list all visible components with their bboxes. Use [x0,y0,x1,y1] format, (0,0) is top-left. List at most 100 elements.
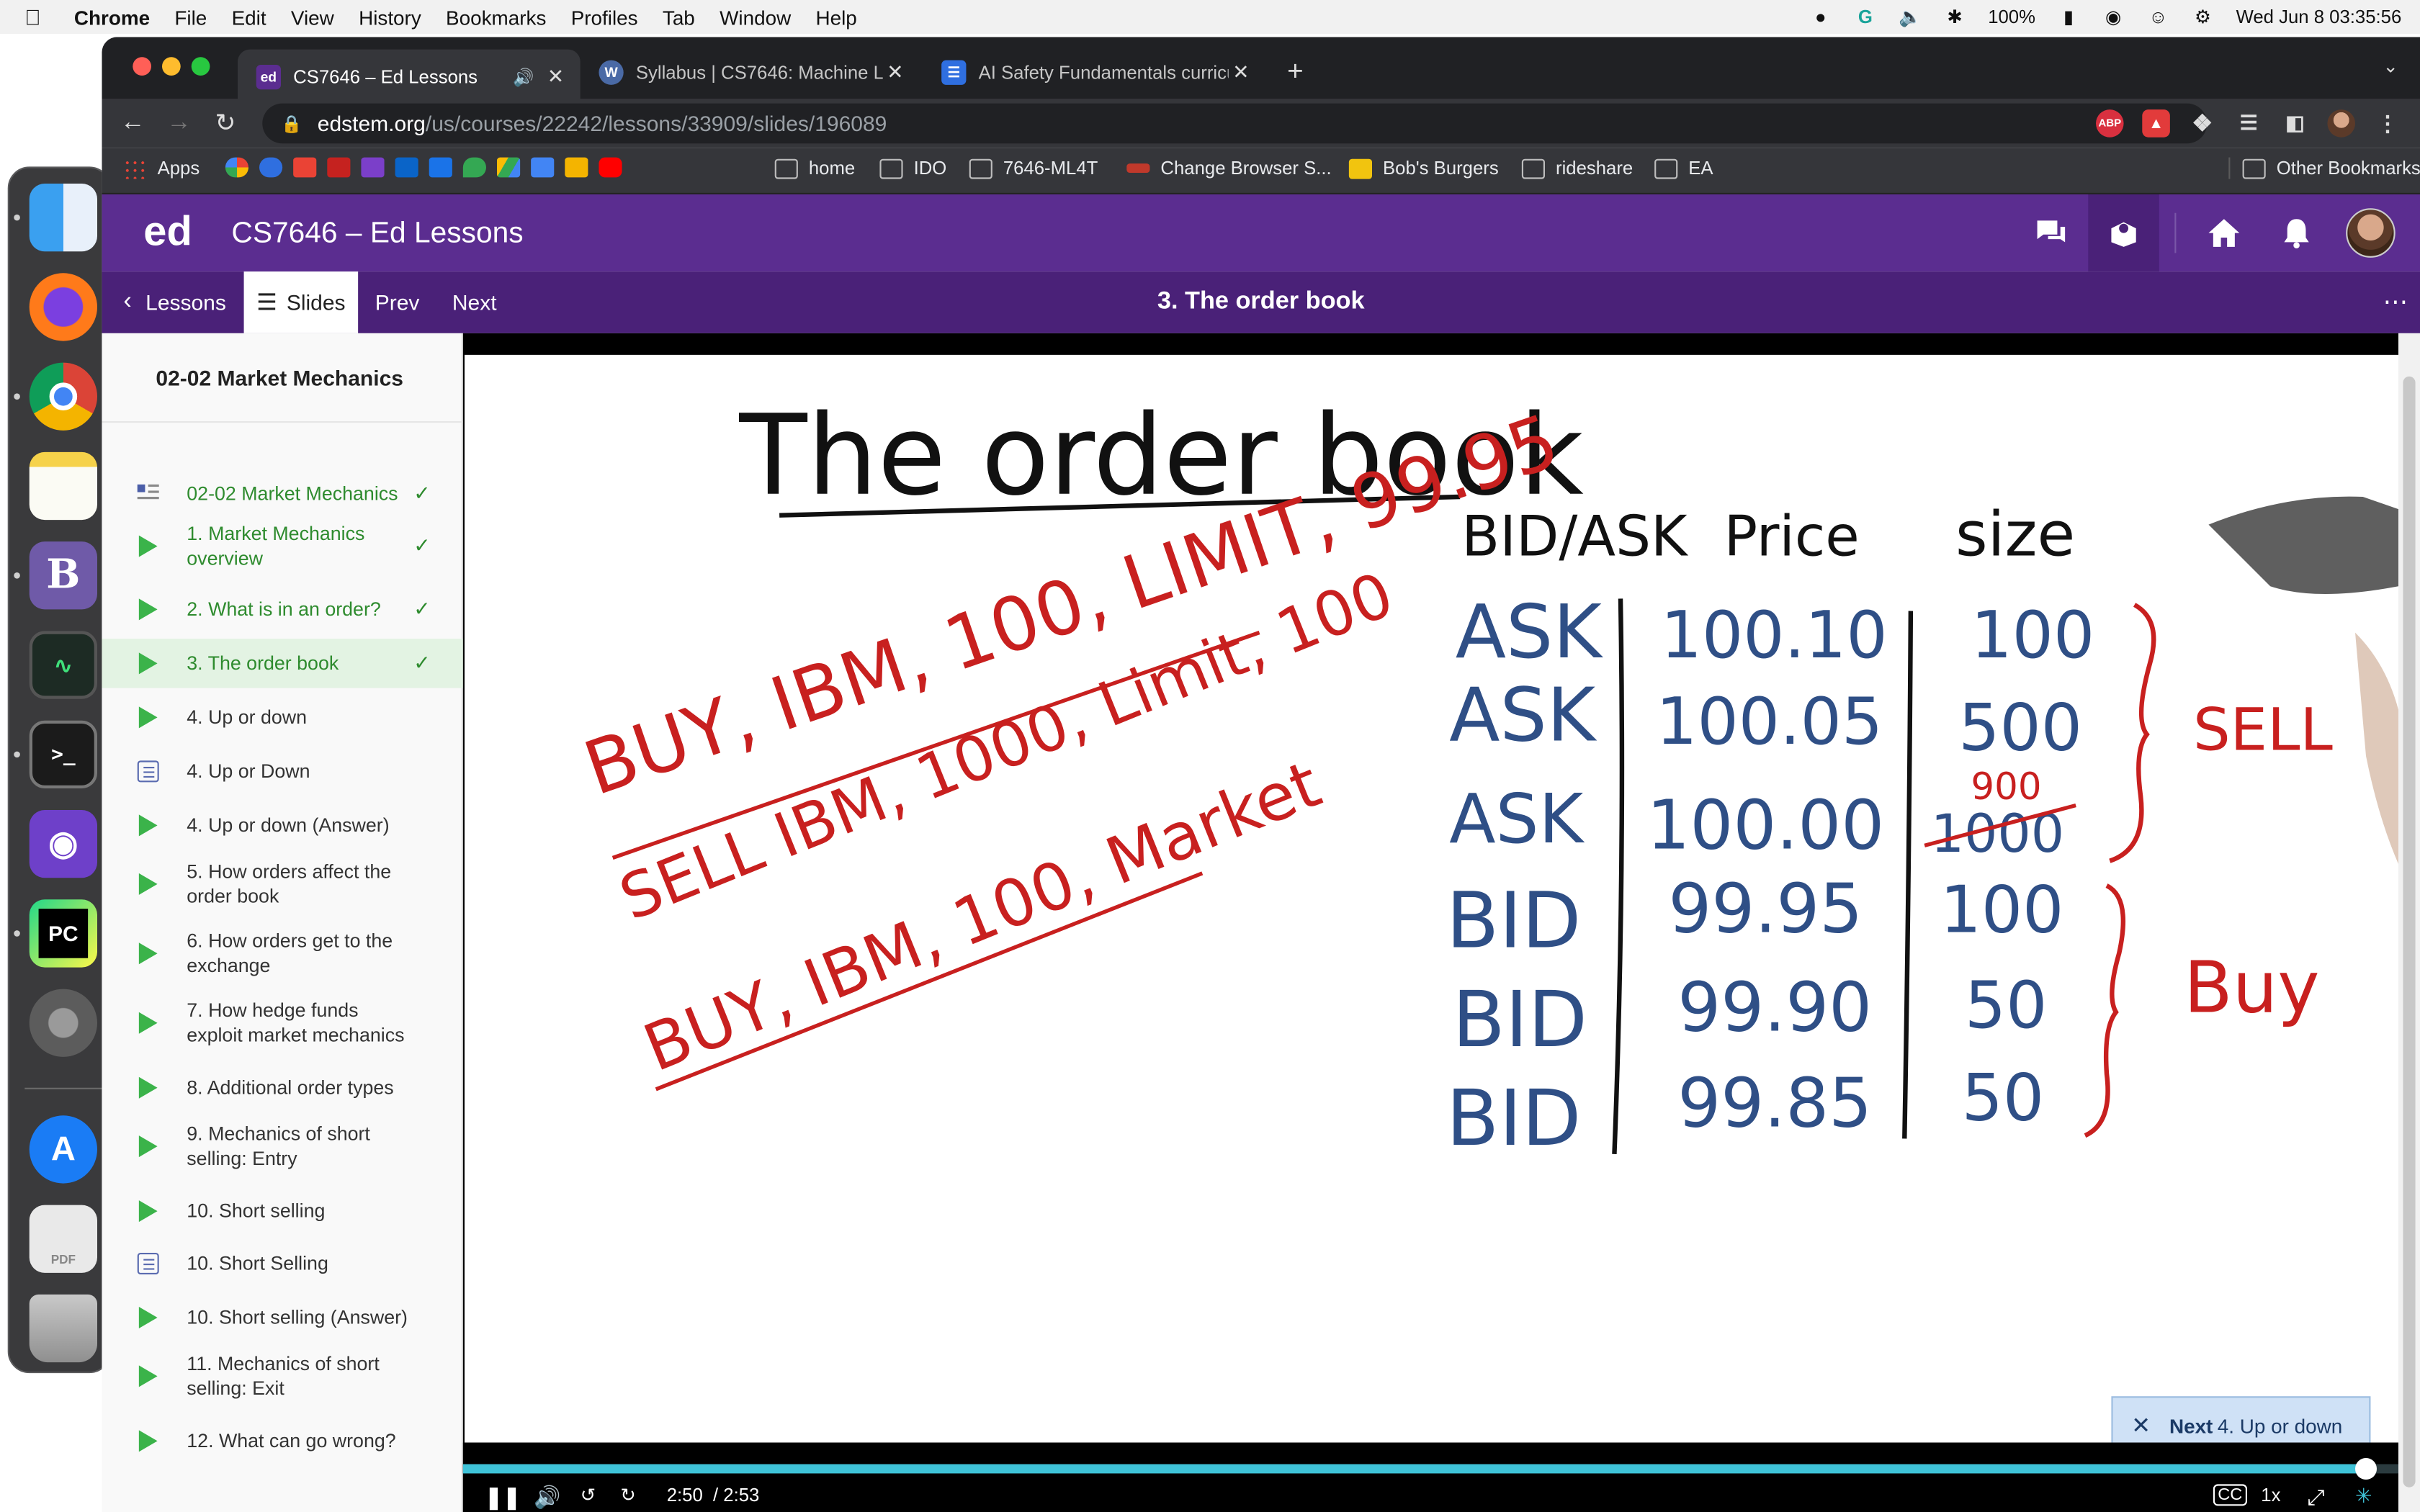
adblock-plus-icon[interactable]: ABP [2096,109,2124,138]
sidebar-slide-item[interactable]: 4. Up or Down [102,747,462,796]
bluetooth-icon[interactable]: ✱ [1943,6,1966,29]
sidebar-slide-item[interactable]: 4. Up or down [102,693,462,742]
app-store-icon[interactable]: A [29,1115,98,1184]
youtube-icon[interactable] [599,157,622,178]
vertical-scrollbar[interactable] [2398,333,2420,1512]
trash-icon[interactable] [29,1294,98,1363]
progress-scrubber[interactable] [2354,1457,2377,1480]
tab-ed-lessons[interactable]: ed CS7646 – Ed Lessons 🔊 ✕ [238,49,581,105]
profile-avatar-icon[interactable] [2327,109,2355,138]
finder-icon[interactable] [29,183,98,252]
more-options-icon[interactable]: ⋯ [2383,287,2408,318]
rewind-10-icon[interactable]: ↺ [581,1484,596,1506]
pdf-document-icon[interactable]: PDF [29,1205,98,1273]
bookmark-other[interactable]: Other Bookmarks [2228,157,2420,179]
wifi-icon[interactable]: ◉ [2102,6,2125,29]
close-tab-icon[interactable]: ✕ [1229,60,1253,85]
sidebar-slide-item[interactable]: 4. Up or down (Answer) [102,801,462,850]
sidebar-slide-item[interactable]: 9. Mechanics of short selling: Entry [102,1112,462,1180]
menu-window[interactable]: Window [720,6,791,29]
back-icon[interactable]: ← [117,108,148,139]
close-tab-icon[interactable]: ✕ [543,65,568,89]
menu-history[interactable]: History [359,6,421,29]
volume-icon[interactable]: 🔈 [1899,6,1922,29]
pycharm-icon[interactable]: PC [29,899,98,968]
slides-toggle-button[interactable]: ☰ Slides [243,271,359,333]
captions-icon[interactable]: CC [2213,1484,2247,1506]
bookmark-bobs-burgers[interactable]: Bob's Burgers [1348,158,1499,179]
bookmark-ea[interactable]: EA [1654,158,1713,179]
apple-icon[interactable]:  [24,4,53,29]
menu-app-name[interactable]: Chrome [74,6,150,29]
back-to-lessons-button[interactable]: ‹ Lessons [123,271,225,333]
activity-monitor-icon[interactable]: ∿ [29,631,98,699]
ed-logo[interactable]: ed [143,208,192,256]
reading-list-icon[interactable]: ☰ [2235,109,2263,138]
zoom-window-button[interactable] [191,57,210,76]
github-desktop-icon[interactable]: ◉ [29,810,98,878]
new-tab-icon[interactable]: + [1287,55,1304,88]
drive-icon[interactable] [497,157,521,178]
sidebar-slide-item[interactable]: 10. Short selling (Answer) [102,1293,462,1343]
bookmark-rideshare[interactable]: rideshare [1521,158,1633,179]
speaker-icon[interactable]: 🔊 [513,67,534,87]
fullscreen-icon[interactable]: ⤢ [2308,1484,2325,1510]
next-video-toast[interactable]: ✕ Next 4. Up or down [2111,1396,2371,1443]
video-player[interactable]: The order book BUY, IBM, 100, LIMIT, 99.… [462,333,2398,1512]
scrollbar-thumb[interactable] [2403,376,2416,1488]
menu-bookmarks[interactable]: Bookmarks [446,6,546,29]
sidebar-slide-item[interactable]: 10. Short Selling [102,1239,462,1289]
sidebar-slide-item[interactable]: 3. The order book ✓ [102,639,463,688]
menu-view[interactable]: View [291,6,334,29]
extension-shield-icon[interactable]: ▲ [2142,109,2170,138]
close-tab-icon[interactable]: ✕ [883,60,908,85]
mail-icon[interactable] [361,157,385,178]
forward-icon[interactable]: → [163,108,194,139]
keep-icon[interactable] [565,157,588,178]
firefox-icon[interactable] [29,273,98,341]
sidebar-slide-item[interactable]: 2. What is in an order? ✓ [102,585,462,634]
bbedit-icon[interactable]: B [29,541,98,610]
system-preferences-icon[interactable] [29,989,98,1057]
menu-file[interactable]: File [174,6,207,29]
sidebar-slide-item[interactable]: 11. Mechanics of short selling: Exit [102,1342,462,1410]
calendar-icon[interactable] [429,157,452,178]
gmail-icon[interactable] [293,157,317,178]
lock-icon[interactable]: 🔒 [281,114,302,134]
forward-10-icon[interactable]: ↻ [620,1484,636,1506]
bookmark-apps[interactable]: Apps [123,158,200,179]
menu-profiles[interactable]: Profiles [571,6,638,29]
sidebar-slide-item[interactable]: 12. What can go wrong? [102,1416,462,1466]
close-window-button[interactable] [133,57,151,76]
sidebar-slide-item[interactable]: 6. How orders get to the exchange [102,919,462,987]
terminal-icon[interactable]: >_ [29,720,98,788]
side-panel-icon[interactable]: ◧ [2281,109,2309,138]
chrome-icon[interactable] [29,362,98,431]
reload-icon[interactable]: ↻ [210,108,241,139]
sidebar-slide-item[interactable]: 1. Market Mechanics overview ✓ [102,510,462,582]
address-bar[interactable]: 🔒 edstem.org/us/courses/22242/lessons/33… [262,103,2208,144]
chrome-menu-icon[interactable]: ⋮ [2374,109,2402,138]
bookmark-change-browser[interactable]: Change Browser S... [1126,158,1332,179]
maps-icon[interactable] [462,157,486,178]
sidebar-slide-item[interactable]: 10. Short selling [102,1187,462,1236]
user-avatar[interactable] [2346,208,2396,258]
user-icon[interactable]: ☺ [2146,6,2169,29]
next-button[interactable]: Next [452,271,497,333]
menu-tab[interactable]: Tab [663,6,695,29]
video-frame[interactable]: The order book BUY, IBM, 100, LIMIT, 99.… [465,354,2398,1443]
discussion-icon[interactable] [2031,213,2071,253]
google-account-icon[interactable] [259,157,283,178]
lessons-icon[interactable] [2104,213,2144,253]
globe-icon[interactable]: ● [1809,6,1832,29]
bookmark-7646-ml4t[interactable]: 7646-ML4T [969,158,1098,179]
course-title[interactable]: CS7646 – Ed Lessons [231,217,523,251]
grammarly-icon[interactable]: G [1854,6,1877,29]
bookmark-home[interactable]: home [774,158,855,179]
outlook-icon[interactable] [395,157,418,178]
menu-edit[interactable]: Edit [232,6,266,29]
tab-search-chevron-icon[interactable]: ⌄ [2383,55,2398,77]
tab-syllabus[interactable]: W Syllabus | CS7646: Machine Le ✕ [581,50,920,96]
extensions-puzzle-icon[interactable]: ❖ [2189,109,2217,137]
translate-icon[interactable] [531,157,555,178]
